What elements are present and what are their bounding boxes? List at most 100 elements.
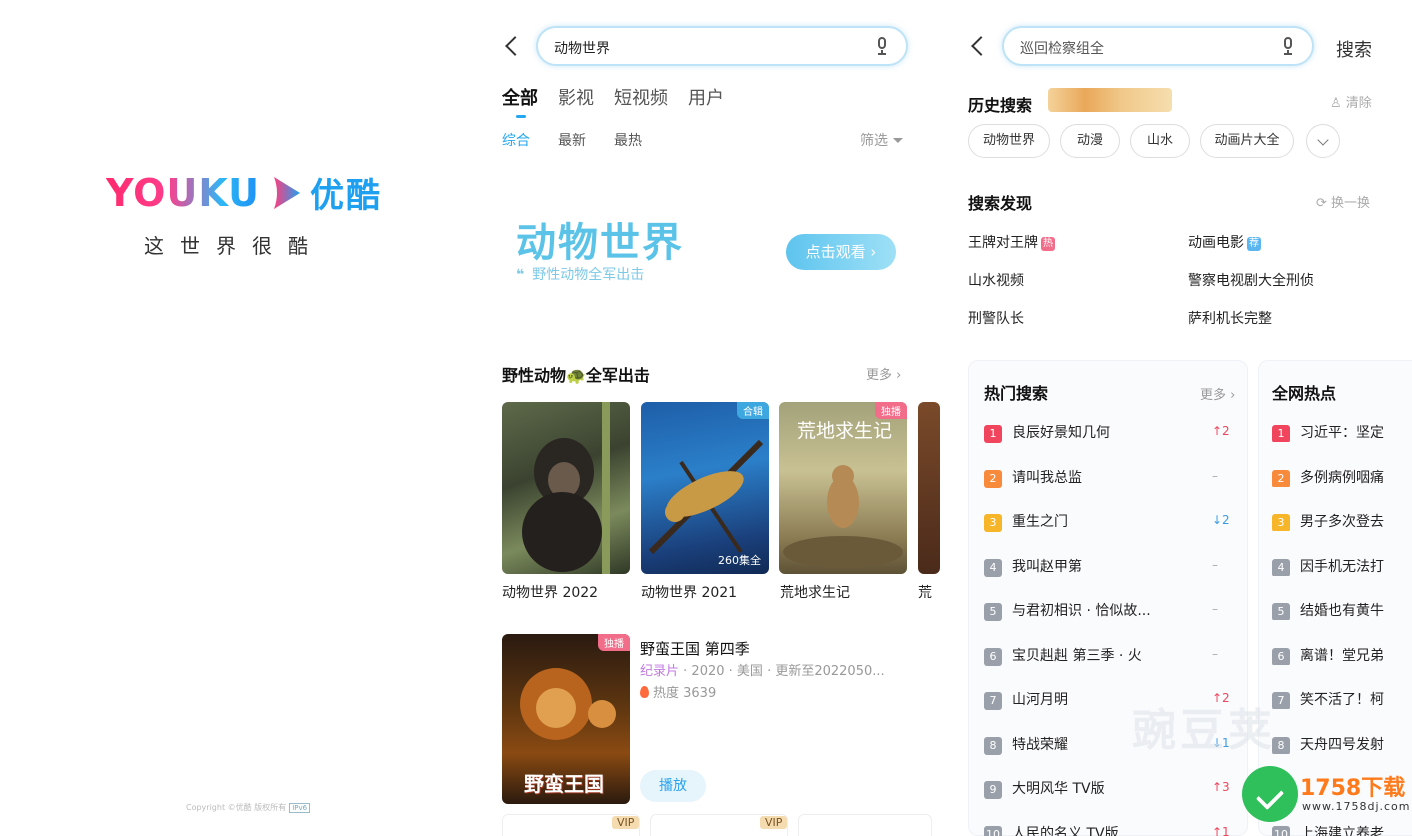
hot-search-label: 良辰好景知几何: [1012, 425, 1110, 441]
rank-number: 10: [984, 825, 1002, 836]
search-query: 动物世界: [554, 41, 610, 57]
refresh-button[interactable]: ⟳ 换一换: [1316, 192, 1370, 211]
rank-number: 1: [1272, 425, 1290, 442]
flame-icon: [640, 686, 649, 698]
web-hot-row[interactable]: 8 天舟四号发射: [1272, 734, 1402, 754]
web-hot-title: 全网热点: [1272, 384, 1337, 403]
filter-icon: ⏷: [892, 133, 904, 149]
discover-item[interactable]: 山水视频: [968, 270, 1024, 290]
web-hot-row[interactable]: 2 多例病例咽痛: [1272, 467, 1402, 487]
web-hot-label: 天舟四号发射: [1300, 736, 1384, 753]
vip-badge: VIP: [612, 816, 640, 829]
expand-history-icon[interactable]: [1306, 124, 1340, 158]
tab-short-video[interactable]: 短视频: [614, 84, 668, 110]
history-chip[interactable]: 动画片大全: [1200, 124, 1294, 158]
rank-number: 5: [984, 603, 1002, 621]
prairie-dog-thumbnail: [783, 465, 903, 568]
hot-search-row[interactable]: 1 良辰好景知几何: [984, 422, 1110, 443]
poster-title[interactable]: 荒地求生记: [780, 582, 850, 602]
hot-search-title: 热门搜索: [984, 384, 1049, 403]
section-more-link[interactable]: 更多 ›: [866, 364, 901, 383]
poster-title[interactable]: 动物世界 2022: [502, 582, 598, 602]
history-chip[interactable]: 山水: [1130, 124, 1190, 158]
hot-search-row[interactable]: 9 大明风华 TV版: [984, 778, 1105, 799]
trend-indicator: –: [1212, 646, 1218, 661]
web-hot-row[interactable]: 1 习近平：坚定: [1272, 422, 1402, 442]
microphone-icon[interactable]: [1282, 37, 1294, 55]
hot-search-row[interactable]: 3 重生之门: [984, 511, 1068, 532]
microphone-icon[interactable]: [876, 37, 888, 55]
site-logo-icon: [1242, 766, 1298, 822]
poster-card-3[interactable]: 荒地求生记 独播: [779, 402, 907, 574]
discover-item[interactable]: 萨利机长完整: [1188, 308, 1272, 328]
rank-number: 2: [984, 469, 1002, 488]
watch-now-button[interactable]: 点击观看 ›: [786, 234, 896, 270]
detail-title[interactable]: 野蛮王国 第四季: [640, 638, 750, 659]
history-chip[interactable]: 动漫: [1060, 124, 1120, 158]
web-hot-label: 因手机无法打: [1300, 558, 1384, 575]
play-button[interactable]: 播放: [640, 770, 706, 802]
hot-search-row[interactable]: 6 宝贝赳赳 第三季 · 火: [984, 645, 1142, 666]
filter-button[interactable]: 筛选 ⏷: [860, 130, 904, 150]
trend-indicator: ↓2: [1212, 513, 1230, 527]
tab-all[interactable]: 全部: [502, 84, 538, 118]
discover-item[interactable]: 动画电影荐: [1188, 232, 1261, 252]
hot-search-row[interactable]: 5 与君初相识 · 恰似故...: [984, 600, 1151, 621]
search-input[interactable]: 动物世界: [536, 26, 908, 66]
refresh-icon: ⟳: [1316, 196, 1327, 211]
search-button[interactable]: 搜索: [1336, 36, 1372, 62]
tab-users[interactable]: 用户: [688, 84, 724, 110]
poster-title[interactable]: 荒: [918, 582, 932, 602]
trash-icon: ♙: [1330, 96, 1342, 111]
search-input[interactable]: 巡回检察组全: [1002, 26, 1314, 66]
hot-search-row[interactable]: 10 人民的名义 TV版: [984, 823, 1119, 836]
banner-subtitle: ❝ 野性动物全军出击: [516, 267, 645, 283]
vip-badge: VIP: [760, 816, 788, 829]
hot-search-row[interactable]: 4 我叫赵甲第: [984, 556, 1082, 577]
trend-indicator: –: [1212, 557, 1218, 572]
sort-overall[interactable]: 综合: [502, 130, 530, 150]
detail-poster[interactable]: 野蛮王国 独播: [502, 634, 630, 804]
play-logo-icon: [273, 176, 300, 209]
poster-card-1[interactable]: [502, 402, 630, 574]
discover-item[interactable]: 王牌对王牌热: [968, 232, 1055, 252]
trend-indicator: ↑3: [1212, 780, 1230, 794]
back-arrow-icon[interactable]: [505, 36, 525, 56]
tab-video[interactable]: 影视: [558, 84, 594, 110]
rank-number: 6: [984, 647, 1002, 666]
web-hot-row[interactable]: 10 上海建立养老: [1272, 823, 1402, 836]
splash-screen: YOUKU 优酷 这世界很酷 Copyright ©优酷 版权所有 IPv6: [0, 0, 470, 836]
web-hot-row[interactable]: 3 男子多次登去: [1272, 511, 1402, 531]
poster-text: 野蛮王国: [524, 772, 604, 796]
history-chip[interactable]: 动物世界: [968, 124, 1050, 158]
poster-badge: 独播: [598, 634, 630, 651]
web-hot-row[interactable]: 6 离谱！堂兄弟: [1272, 645, 1402, 665]
discover-item[interactable]: 警察电视剧大全刑侦: [1188, 270, 1314, 290]
web-hot-label: 多例病例咽痛: [1300, 469, 1384, 486]
hot-search-label: 重生之门: [1012, 514, 1068, 530]
web-hot-row[interactable]: 4 因手机无法打: [1272, 556, 1402, 576]
back-arrow-icon[interactable]: [971, 36, 991, 56]
poster-card-2[interactable]: 合辑 260集全: [641, 402, 769, 574]
sort-newest[interactable]: 最新: [558, 130, 586, 150]
discover-item[interactable]: 刑警队长: [968, 308, 1024, 328]
quote-icon: ❝: [516, 267, 525, 283]
trend-indicator: –: [1212, 602, 1218, 616]
hot-search-row[interactable]: 8 特战荣耀: [984, 734, 1068, 755]
sort-hottest[interactable]: 最热: [614, 130, 642, 150]
hot-search-label: 请叫我总监: [1012, 469, 1082, 486]
web-hot-row[interactable]: 5 结婚也有黄牛: [1272, 600, 1402, 620]
hot-more-link[interactable]: 更多 ›: [1200, 384, 1235, 403]
result-card[interactable]: [798, 814, 932, 836]
poster-card-4[interactable]: [918, 402, 940, 574]
web-hot-label: 结婚也有黄牛: [1300, 603, 1384, 619]
hot-search-row[interactable]: 7 山河月明: [984, 689, 1068, 710]
hot-search-row[interactable]: 2 请叫我总监: [984, 467, 1082, 488]
slogan: 这世界很酷: [144, 234, 324, 258]
result-tabs: 全部 影视 短视频 用户: [502, 84, 724, 118]
hot-search-label: 与君初相识 · 恰似故...: [1012, 603, 1151, 619]
poster-title[interactable]: 动物世界 2021: [641, 582, 737, 602]
clear-history-button[interactable]: ♙ 清除: [1330, 92, 1372, 111]
web-hot-row[interactable]: 7 笑不活了！柯: [1272, 689, 1402, 709]
history-banner-image: [1048, 88, 1172, 112]
